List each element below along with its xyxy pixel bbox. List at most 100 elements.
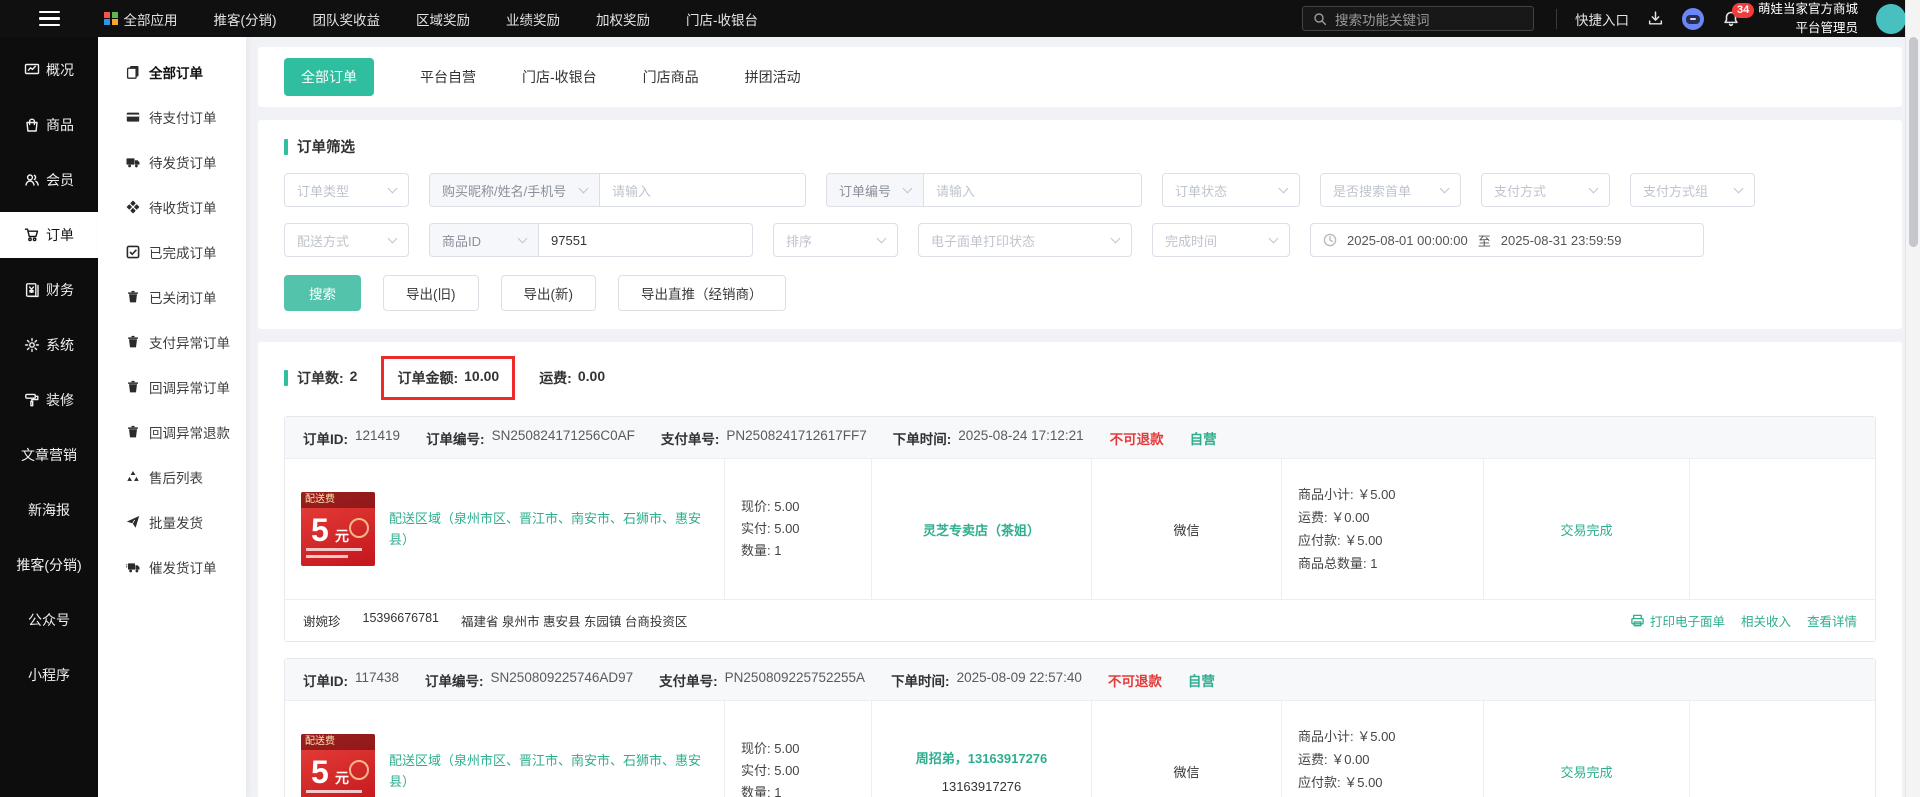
order-card: 订单ID: 117438 订单编号: SN250809225746AD97 支付单号…	[284, 658, 1876, 797]
related-income-link[interactable]: 相关收入	[1741, 611, 1791, 630]
menu-callback-abnormal[interactable]: 回调异常订单	[98, 364, 246, 409]
pay-method-select[interactable]: 支付方式	[1481, 173, 1610, 207]
order-filter-panel: 订单筛选 订单类型 购买昵称/姓名/手机号 请输入 订单编号 请输入 订单状态 …	[258, 120, 1902, 329]
sidebar-item-members[interactable]: 会员	[0, 157, 98, 203]
menu-after-sale[interactable]: 售后列表	[98, 454, 246, 499]
first-order-select[interactable]: 是否搜索首单	[1320, 173, 1461, 207]
topbar-search-input[interactable]: 搜索功能关键词	[1301, 6, 1534, 31]
date-range-picker[interactable]: 2025-08-01 00:00:00 至 2025-08-31 23:59:5…	[1310, 223, 1704, 257]
export-old-button[interactable]: 导出(旧)	[383, 275, 479, 311]
buyer-search-input[interactable]: 请输入	[600, 173, 806, 207]
product-thumbnail[interactable]: 配送费 5 元	[301, 492, 375, 566]
finish-time-select[interactable]: 完成时间	[1152, 223, 1290, 257]
nav-team-reward[interactable]: 团队奖收益	[313, 9, 381, 29]
tab-all-orders[interactable]: 全部订单	[284, 58, 374, 96]
menu-payment-abnormal[interactable]: 支付异常订单	[98, 319, 246, 364]
menu-pending-receipt[interactable]: 待收货订单	[98, 184, 246, 229]
orders-cart-icon	[24, 228, 39, 242]
nav-store-cashier[interactable]: 门店-收银台	[686, 9, 758, 29]
order-type-select[interactable]: 订单类型	[284, 173, 409, 207]
sidebar-item-system[interactable]: 系统	[0, 322, 98, 368]
check-square-icon	[126, 245, 140, 258]
chevron-down-icon	[387, 183, 398, 193]
view-detail-link[interactable]: 查看详情	[1807, 611, 1857, 630]
chevron-down-icon	[1733, 183, 1744, 193]
sidebar-item-decorate[interactable]: 装修	[0, 377, 98, 423]
quick-entry-link[interactable]: 快捷入口	[1575, 9, 1629, 29]
tab-group-activity[interactable]: 拼团活动	[745, 67, 801, 87]
sidebar-item-promoter[interactable]: 推客(分销)	[0, 542, 98, 588]
product-title-link[interactable]: 配送区域（泉州市区、晋江市、南安市、石狮市、惠安县）	[389, 508, 708, 551]
sidebar-item-official-account[interactable]: 公众号	[0, 597, 98, 643]
pay-method: 微信	[1173, 522, 1200, 538]
sidebar-item-overview[interactable]: 概况	[0, 47, 98, 93]
hamburger-menu-icon[interactable]	[0, 10, 98, 27]
menu-completed[interactable]: 已完成订单	[98, 229, 246, 274]
order-no-input[interactable]: 请输入	[924, 173, 1142, 207]
receiver-phone: 15396676781	[362, 611, 439, 625]
buyer-name-link[interactable]: 周招弟，13163917276	[916, 748, 1048, 767]
notification-badge: 34	[1731, 2, 1755, 18]
sidebar-item-article-marketing[interactable]: 文章营销	[0, 432, 98, 478]
notifications-button[interactable]: 34	[1722, 2, 1755, 28]
main-content: 全部订单 平台自营 门店-收银台 门店商品 拼团活动 订单筛选 订单类型 购买昵…	[246, 37, 1920, 797]
export-direct-button[interactable]: 导出直推（经销商）	[618, 275, 786, 311]
order-status-select[interactable]: 订单状态	[1162, 173, 1300, 207]
trash-icon	[128, 425, 138, 437]
tab-platform-self[interactable]: 平台自营	[420, 67, 476, 87]
assistant-robot-icon[interactable]	[1681, 7, 1704, 30]
menu-urge-shipment[interactable]: 催发货订单	[98, 544, 246, 589]
avatar[interactable]	[1876, 3, 1906, 34]
menu-callback-refund[interactable]: 回调异常退款	[98, 409, 246, 454]
nav-all-apps[interactable]: 全部应用	[104, 9, 178, 29]
order-header: 订单ID: 117438 订单编号: SN250809225746AD97 支付单号…	[285, 659, 1875, 701]
nav-weighted-reward[interactable]: 加权奖励	[596, 9, 650, 29]
menu-closed[interactable]: 已关闭订单	[98, 274, 246, 319]
sidebar-item-goods[interactable]: 商品	[0, 102, 98, 148]
product-title-link[interactable]: 配送区域（泉州市区、晋江市、南安市、石狮市、惠安县）	[389, 750, 708, 793]
search-button[interactable]: 搜索	[284, 275, 361, 311]
buyer-field-select[interactable]: 购买昵称/姓名/手机号	[429, 173, 600, 207]
menu-all-orders[interactable]: 全部订单	[98, 49, 246, 94]
topbar-right: 快捷入口 34 萌娃当家官方商城 平台管理员	[1534, 0, 1920, 36]
print-eorder-link[interactable]: 打印电子面单	[1630, 611, 1725, 630]
order-pn: PN2508241712617FF7	[726, 427, 867, 443]
nav-promoter[interactable]: 推客(分销)	[214, 9, 277, 29]
download-icon[interactable]	[1647, 10, 1664, 27]
product-thumbnail[interactable]: 配送费 5 元	[301, 734, 375, 797]
menu-batch-shipment[interactable]: 批量发货	[98, 499, 246, 544]
eorder-print-status-select[interactable]: 电子面单打印状态	[918, 223, 1132, 257]
export-new-button[interactable]: 导出(新)	[500, 275, 596, 311]
pay-method-group-select[interactable]: 支付方式组	[1630, 173, 1755, 207]
all-orders-icon	[126, 65, 139, 79]
order-footer: 谢婉珍 15396676781 福建省 泉州市 惠安县 东园镇 台商投资区 打印…	[285, 599, 1875, 641]
order-no-select[interactable]: 订单编号	[826, 173, 924, 207]
sidebar-item-mini-program[interactable]: 小程序	[0, 652, 98, 698]
chevron-down-icon	[1268, 233, 1279, 243]
chevron-down-icon	[876, 233, 887, 243]
sort-select[interactable]: 排序	[773, 223, 898, 257]
sidebar-item-finance[interactable]: 财务	[0, 267, 98, 313]
clock-icon	[1323, 233, 1337, 247]
tab-store-goods[interactable]: 门店商品	[643, 67, 699, 87]
nav-region-reward[interactable]: 区域奖励	[416, 9, 470, 29]
sidebar-item-orders[interactable]: 订单	[0, 212, 98, 258]
order-body: 配送费 5 元 配送区域（泉州市区、晋江市、南安市、石狮市、惠安县） 现价: 5…	[285, 701, 1875, 797]
product-id-input[interactable]: 97551	[539, 223, 753, 257]
sidebar-item-new-poster[interactable]: 新海报	[0, 487, 98, 533]
scrollbar-thumb[interactable]	[1909, 37, 1918, 247]
tab-store-cashier[interactable]: 门店-收银台	[522, 67, 597, 87]
store-name-link[interactable]: 灵芝专卖店（茶姐）	[923, 520, 1040, 539]
receiver-address: 福建省 泉州市 惠安县 东园镇 台商投资区	[461, 615, 688, 629]
menu-pending-payment[interactable]: 待支付订单	[98, 94, 246, 139]
menu-pending-shipment[interactable]: 待发货订单	[98, 139, 246, 184]
red-annotation-box: 订单金额: 10.00	[381, 356, 516, 400]
system-gear-icon	[24, 337, 40, 353]
delivery-method-select[interactable]: 配送方式	[284, 223, 409, 257]
sidebar: 概况 商品 会员 订单 财务 系统 装修 文章营销 新海报 推客(分销) 公众号…	[0, 37, 98, 797]
search-placeholder: 搜索功能关键词	[1334, 12, 1430, 28]
product-id-select[interactable]: 商品ID	[429, 223, 539, 257]
order-time: 2025-08-09 22:57:40	[956, 669, 1082, 685]
printer-icon	[1631, 614, 1644, 627]
nav-performance-reward[interactable]: 业绩奖励	[506, 9, 560, 29]
